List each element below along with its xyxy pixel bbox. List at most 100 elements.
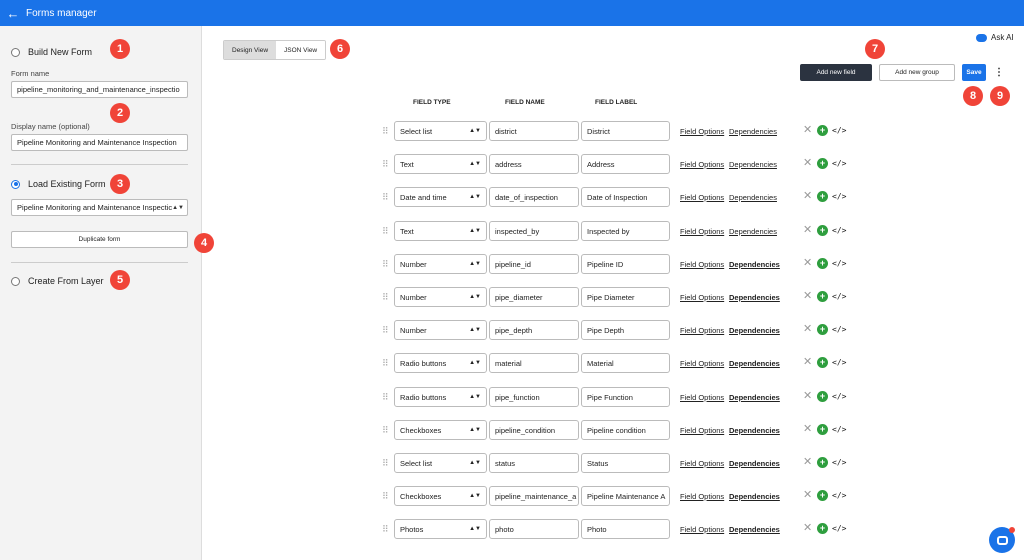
field-options-link[interactable]: Field Options [680, 492, 724, 501]
dependencies-link[interactable]: Dependencies [729, 127, 777, 136]
delete-field-icon[interactable]: ✕ [803, 157, 812, 170]
delete-field-icon[interactable]: ✕ [803, 224, 812, 237]
field-options-link[interactable]: Field Options [680, 160, 724, 169]
delete-field-icon[interactable]: ✕ [803, 522, 812, 535]
delete-field-icon[interactable]: ✕ [803, 257, 812, 270]
field-options-link[interactable]: Field Options [680, 127, 724, 136]
drag-handle-icon[interactable]: ⠿ [382, 257, 390, 271]
load-existing-form-radio[interactable] [11, 179, 20, 189]
add-field-icon[interactable]: + [817, 258, 828, 269]
field-label-input[interactable]: Address [581, 154, 670, 174]
delete-field-icon[interactable]: ✕ [803, 190, 812, 203]
field-options-link[interactable]: Field Options [680, 359, 724, 368]
code-icon[interactable]: </> [832, 523, 846, 535]
more-options-icon[interactable]: ⋮ [993, 64, 1005, 81]
drag-handle-icon[interactable]: ⠿ [382, 390, 390, 404]
code-icon[interactable]: </> [832, 490, 846, 502]
code-icon[interactable]: </> [832, 291, 846, 303]
add-field-icon[interactable]: + [817, 523, 828, 534]
design-view-tab[interactable]: Design View [224, 41, 277, 59]
field-label-input[interactable]: Pipe Function [581, 387, 670, 407]
field-options-link[interactable]: Field Options [680, 326, 724, 335]
add-field-icon[interactable]: + [817, 225, 828, 236]
field-label-input[interactable]: Pipeline condition [581, 420, 670, 440]
field-name-input[interactable]: district [489, 121, 579, 141]
add-field-icon[interactable]: + [817, 457, 828, 468]
field-name-input[interactable]: pipeline_id [489, 254, 579, 274]
form-name-input[interactable] [11, 81, 188, 98]
field-name-input[interactable]: material [489, 353, 579, 373]
field-type-select[interactable]: Text ▲▼ [394, 154, 487, 174]
add-field-icon[interactable]: + [817, 158, 828, 169]
build-new-form-radio[interactable] [11, 47, 20, 57]
code-icon[interactable]: </> [832, 225, 846, 237]
field-type-select[interactable]: Checkboxes ▲▼ [394, 486, 487, 506]
field-name-input[interactable]: pipe_diameter [489, 287, 579, 307]
dependencies-link[interactable]: Dependencies [729, 525, 780, 534]
field-type-select[interactable]: Number ▲▼ [394, 254, 487, 274]
field-label-input[interactable]: Photo [581, 519, 670, 539]
back-arrow-icon[interactable]: ← [0, 0, 26, 26]
dependencies-link[interactable]: Dependencies [729, 459, 780, 468]
display-name-input[interactable] [11, 134, 188, 151]
drag-handle-icon[interactable]: ⠿ [382, 124, 390, 138]
delete-field-icon[interactable]: ✕ [803, 356, 812, 369]
field-type-select[interactable]: Select list ▲▼ [394, 453, 487, 473]
field-name-input[interactable]: address [489, 154, 579, 174]
delete-field-icon[interactable]: ✕ [803, 423, 812, 436]
code-icon[interactable]: </> [832, 457, 846, 469]
field-label-input[interactable]: Status [581, 453, 670, 473]
field-options-link[interactable]: Field Options [680, 459, 724, 468]
field-name-input[interactable]: pipe_function [489, 387, 579, 407]
add-field-icon[interactable]: + [817, 490, 828, 501]
code-icon[interactable]: </> [832, 191, 846, 203]
delete-field-icon[interactable]: ✕ [803, 456, 812, 469]
delete-field-icon[interactable]: ✕ [803, 390, 812, 403]
add-field-icon[interactable]: + [817, 357, 828, 368]
drag-handle-icon[interactable]: ⠿ [382, 323, 390, 337]
delete-field-icon[interactable]: ✕ [803, 323, 812, 336]
dependencies-link[interactable]: Dependencies [729, 492, 780, 501]
save-button[interactable]: Save [962, 64, 986, 81]
field-type-select[interactable]: Radio buttons ▲▼ [394, 353, 487, 373]
create-from-layer-option[interactable]: Create From Layer [11, 276, 104, 286]
ask-ai-button[interactable]: Ask AI [976, 33, 1014, 42]
field-options-link[interactable]: Field Options [680, 260, 724, 269]
add-new-group-button[interactable]: Add new group [879, 64, 955, 81]
delete-field-icon[interactable]: ✕ [803, 489, 812, 502]
field-label-input[interactable]: Inspected by [581, 221, 670, 241]
drag-handle-icon[interactable]: ⠿ [382, 157, 390, 171]
dependencies-link[interactable]: Dependencies [729, 160, 777, 169]
field-options-link[interactable]: Field Options [680, 193, 724, 202]
delete-field-icon[interactable]: ✕ [803, 290, 812, 303]
field-name-input[interactable]: pipeline_maintenance_a [489, 486, 579, 506]
drag-handle-icon[interactable]: ⠿ [382, 224, 390, 238]
field-name-input[interactable]: photo [489, 519, 579, 539]
create-from-layer-radio[interactable] [11, 276, 20, 286]
field-type-select[interactable]: Number ▲▼ [394, 320, 487, 340]
field-name-input[interactable]: pipeline_condition [489, 420, 579, 440]
field-label-input[interactable]: Pipe Diameter [581, 287, 670, 307]
drag-handle-icon[interactable]: ⠿ [382, 522, 390, 536]
chat-button[interactable] [989, 527, 1015, 553]
field-type-select[interactable]: Photos ▲▼ [394, 519, 487, 539]
json-view-tab[interactable]: JSON View [276, 41, 326, 59]
field-name-input[interactable]: inspected_by [489, 221, 579, 241]
field-label-input[interactable]: Pipe Depth [581, 320, 670, 340]
drag-handle-icon[interactable]: ⠿ [382, 290, 390, 304]
add-field-icon[interactable]: + [817, 324, 828, 335]
field-label-input[interactable]: Material [581, 353, 670, 373]
code-icon[interactable]: </> [832, 357, 846, 369]
add-field-icon[interactable]: + [817, 424, 828, 435]
add-field-icon[interactable]: + [817, 391, 828, 402]
existing-form-select[interactable]: Pipeline Monitoring and Maintenance Insp… [11, 199, 188, 216]
code-icon[interactable]: </> [832, 424, 846, 436]
dependencies-link[interactable]: Dependencies [729, 326, 780, 335]
field-type-select[interactable]: Checkboxes ▲▼ [394, 420, 487, 440]
code-icon[interactable]: </> [832, 158, 846, 170]
load-existing-form-option[interactable]: Load Existing Form [11, 179, 106, 189]
drag-handle-icon[interactable]: ⠿ [382, 356, 390, 370]
add-field-icon[interactable]: + [817, 291, 828, 302]
field-type-select[interactable]: Select list ▲▼ [394, 121, 487, 141]
code-icon[interactable]: </> [832, 258, 846, 270]
